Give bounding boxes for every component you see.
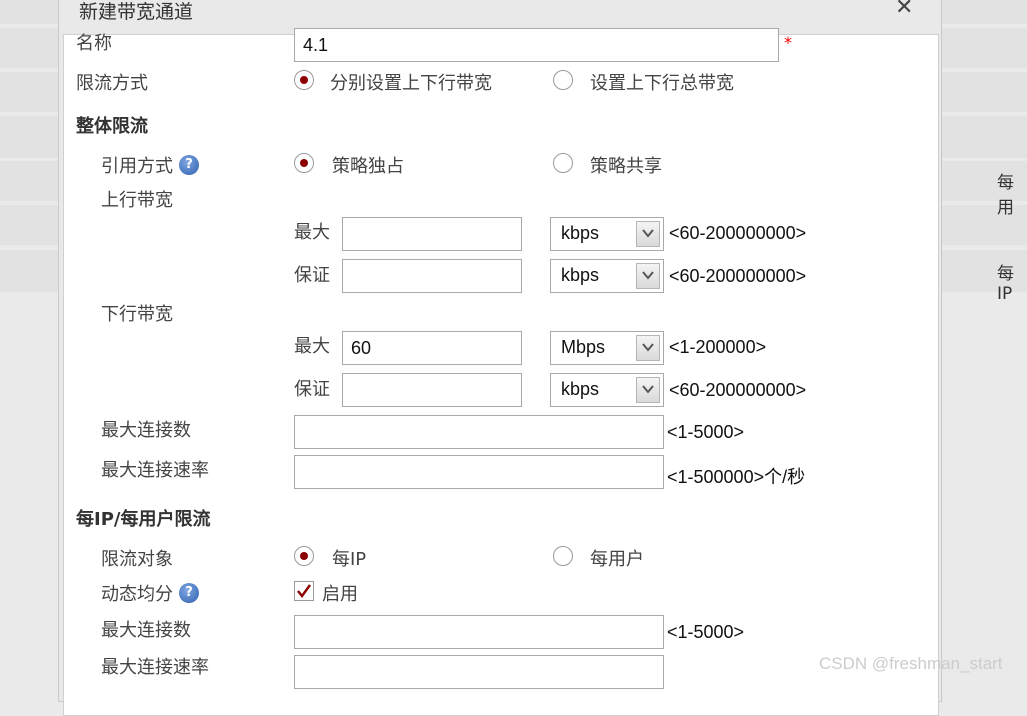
downstream-label: 下行带宽 [101, 304, 173, 325]
limit-target-per-user-label: 每用户 [590, 549, 644, 570]
limit-target-per-ip-label: 每IP [332, 549, 367, 570]
upstream-label: 上行带宽 [101, 190, 173, 211]
required-mark: * [784, 33, 792, 52]
upstream-guarantee-unit-select[interactable]: kbps [550, 259, 664, 293]
close-icon[interactable]: ✕ [895, 0, 913, 20]
per-ip-max-connections-range: <1-5000> [667, 622, 745, 642]
downstream-guarantee-input[interactable] [342, 373, 522, 407]
limit-target-per-user-radio[interactable] [553, 546, 573, 566]
chevron-down-icon [636, 221, 660, 247]
ref-mode-shared-label: 策略共享 [590, 156, 662, 177]
max-connections-input[interactable] [294, 415, 664, 449]
per-ip-max-connections-label: 最大连接数 [101, 620, 191, 641]
ref-mode-shared-radio[interactable] [553, 153, 573, 173]
downstream-guarantee-unit-select[interactable]: kbps [550, 373, 664, 407]
help-icon[interactable]: ? [179, 155, 199, 175]
max-connection-rate-input[interactable] [294, 455, 664, 489]
downstream-max-input[interactable] [342, 331, 522, 365]
upstream-guarantee-range: <60-200000000> [669, 266, 807, 286]
max-connections-label: 最大连接数 [101, 420, 191, 441]
new-bandwidth-channel-dialog: 新建带宽通道 ✕ 名称 * 限流方式 分别设置上下行带宽 设置上下行总带宽 整体… [58, 0, 942, 716]
max-connection-rate-range: <1-500000>个/秒 [667, 467, 806, 487]
downstream-guarantee-range: <60-200000000> [669, 380, 807, 400]
chevron-down-icon [636, 335, 660, 361]
per-ip-max-connection-rate-label: 最大连接速率 [101, 657, 209, 678]
downstream-max-unit-select[interactable]: Mbps [550, 331, 664, 365]
selected-unit: Mbps [561, 337, 606, 357]
upstream-max-unit-select[interactable]: kbps [550, 217, 664, 251]
limit-mode-separate-radio[interactable] [294, 70, 314, 90]
name-input[interactable] [294, 28, 779, 62]
upstream-max-input[interactable] [342, 217, 522, 251]
downstream-guarantee-label: 保证 [294, 379, 330, 400]
selected-unit: kbps [561, 223, 600, 243]
dynamic-share-enable-label: 启用 [322, 584, 358, 605]
dialog-title: 新建带宽通道 [79, 1, 194, 23]
selected-unit: kbps [561, 265, 600, 285]
per-ip-limit-section-title: 每IP/每用户限流 [76, 509, 211, 530]
ref-mode-label: 引用方式 [101, 156, 173, 177]
upstream-guarantee-input[interactable] [342, 259, 522, 293]
overall-limit-section-title: 整体限流 [76, 116, 148, 137]
upstream-max-range: <60-200000000> [669, 223, 807, 243]
ref-mode-exclusive-radio[interactable] [294, 153, 314, 173]
limit-mode-label: 限流方式 [76, 73, 148, 94]
limit-mode-separate-label: 分别设置上下行带宽 [330, 73, 492, 94]
max-connection-rate-label: 最大连接速率 [101, 460, 209, 481]
bg-column-label: 每用 [997, 173, 1014, 218]
per-ip-max-connections-input[interactable] [294, 615, 664, 649]
downstream-max-range: <1-200000> [669, 337, 767, 357]
downstream-max-label: 最大 [294, 336, 330, 357]
help-icon[interactable]: ? [179, 583, 199, 603]
bg-column-label: 每IP [997, 264, 1014, 304]
dynamic-share-checkbox[interactable] [294, 581, 314, 601]
chevron-down-icon [636, 377, 660, 403]
upstream-max-label: 最大 [294, 222, 330, 243]
watermark: CSDN @freshman_start [819, 654, 1003, 673]
chevron-down-icon [636, 263, 660, 289]
checkmark-icon [297, 584, 311, 598]
dialog-body: 名称 * 限流方式 分别设置上下行带宽 设置上下行总带宽 整体限流 引用方式 ?… [63, 28, 939, 716]
upstream-guarantee-label: 保证 [294, 265, 330, 286]
per-ip-max-connection-rate-input[interactable] [294, 655, 664, 689]
max-connections-range: <1-5000> [667, 422, 745, 442]
limit-mode-total-radio[interactable] [553, 70, 573, 90]
name-label: 名称 [76, 33, 112, 54]
selected-unit: kbps [561, 379, 600, 399]
dynamic-share-label: 动态均分 [101, 584, 173, 605]
ref-mode-exclusive-label: 策略独占 [332, 156, 404, 177]
limit-target-per-ip-radio[interactable] [294, 546, 314, 566]
limit-mode-total-label: 设置上下行总带宽 [590, 73, 734, 94]
limit-target-label: 限流对象 [101, 549, 173, 570]
